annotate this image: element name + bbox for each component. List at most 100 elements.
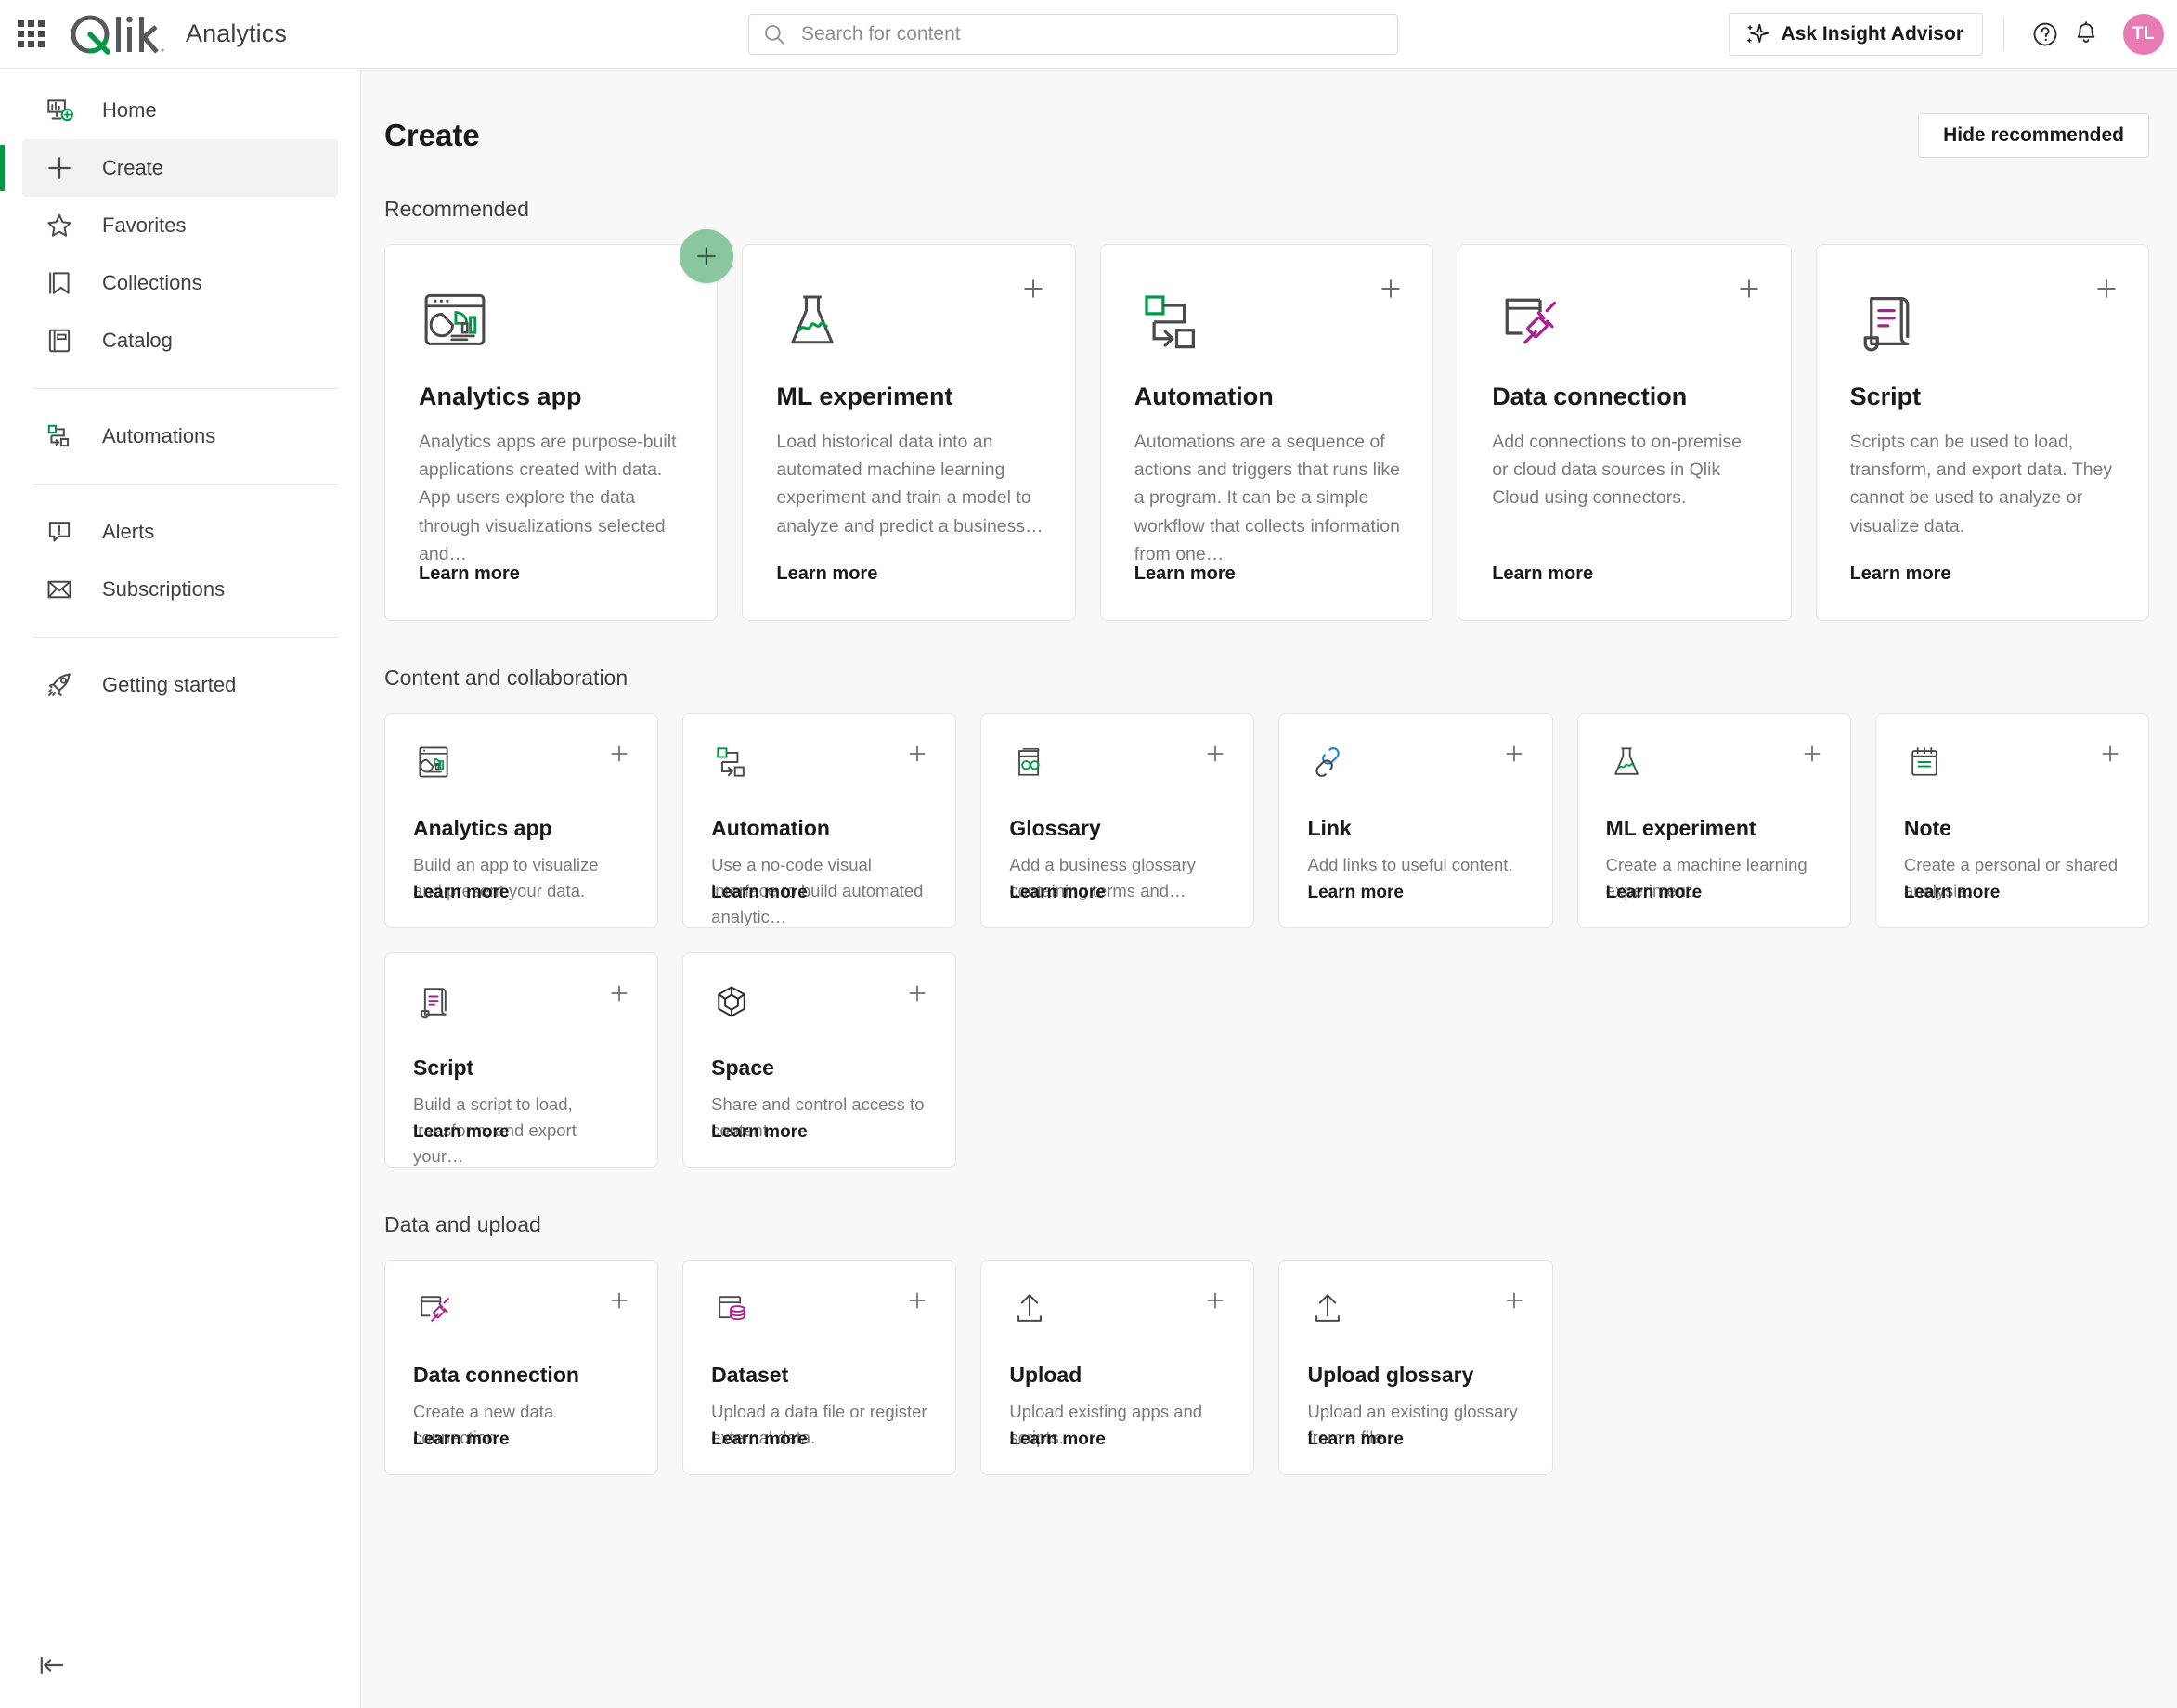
- sidebar-item-automations[interactable]: Automations: [22, 408, 338, 465]
- create-card-note[interactable]: Note Create a personal or shared analysi…: [1874, 713, 2149, 928]
- plus-icon: [909, 745, 926, 762]
- sparkle-icon: [1746, 23, 1769, 43]
- add-button[interactable]: [1201, 1287, 1229, 1314]
- plus-icon: [1506, 745, 1523, 762]
- create-card-dataset[interactable]: Dataset Upload a data file or register e…: [682, 1260, 957, 1475]
- add-button[interactable]: [903, 979, 931, 1007]
- add-button[interactable]: [1500, 1287, 1528, 1314]
- learn-more-link[interactable]: Learn more: [1904, 883, 2000, 903]
- learn-more-link[interactable]: Learn more: [1606, 883, 1702, 903]
- learn-more-link[interactable]: Learn more: [711, 883, 807, 903]
- card-title: Analytics app: [413, 816, 552, 840]
- add-data-connection-button[interactable]: [1733, 273, 1765, 304]
- waffle-grid-icon[interactable]: [15, 19, 46, 50]
- create-card-glossary[interactable]: Glossary Add a business glossary contain…: [980, 713, 1255, 928]
- sidebar-item-label: Collections: [102, 271, 202, 294]
- create-card-analytics-app-small[interactable]: Analytics app Build an app to visualize …: [384, 713, 659, 928]
- help-button[interactable]: [2025, 14, 2066, 55]
- add-button[interactable]: [2096, 740, 2124, 768]
- learn-more-link[interactable]: Learn more: [1307, 883, 1403, 903]
- add-analytics-app-button[interactable]: [680, 229, 734, 283]
- avatar[interactable]: TL: [2123, 14, 2164, 55]
- create-card-analytics-app[interactable]: Analytics app Analytics apps are purpose…: [384, 229, 734, 621]
- sidebar-item-label: Alerts: [102, 520, 155, 543]
- create-card-upload-glossary[interactable]: Upload glossary Upload an existing gloss…: [1278, 1260, 1553, 1475]
- flask-icon: [776, 278, 1043, 364]
- plus-icon: [697, 247, 717, 265]
- add-button[interactable]: [1500, 740, 1528, 768]
- create-card-ml-experiment-small[interactable]: ML experiment Create a machine learning …: [1576, 713, 1851, 928]
- learn-more-link[interactable]: Learn more: [1009, 1430, 1105, 1450]
- notifications-button[interactable]: [2066, 14, 2106, 55]
- learn-more-link[interactable]: Learn more: [776, 563, 877, 585]
- recommended-card-grid: Analytics app Analytics apps are purpose…: [384, 229, 2149, 621]
- star-icon: [43, 209, 76, 242]
- learn-more-link[interactable]: Learn more: [1492, 563, 1593, 585]
- brand-logo[interactable]: Analytics: [67, 13, 287, 56]
- section-title-content-collaboration: Content and collaboration: [384, 666, 628, 690]
- create-card-space[interactable]: Space Share and control access to conten…: [682, 952, 957, 1168]
- sidebar-item-label: Catalog: [102, 329, 173, 352]
- learn-more-link[interactable]: Learn more: [1307, 1430, 1403, 1450]
- sidebar-item-label: Automations: [102, 424, 216, 447]
- card-title: Script: [1849, 382, 1922, 410]
- card-title: Data connection: [1492, 382, 1688, 410]
- create-card-script[interactable]: Script Scripts can be used to load, tran…: [1815, 244, 2149, 621]
- learn-more-link[interactable]: Learn more: [711, 1122, 807, 1143]
- plus-icon: [2102, 745, 2119, 762]
- search-box[interactable]: [748, 14, 1398, 55]
- sidebar-item-subscriptions[interactable]: Subscriptions: [22, 561, 338, 618]
- card-title: Link: [1307, 816, 1352, 840]
- search-input[interactable]: [799, 22, 1384, 46]
- sidebar-item-collections[interactable]: Collections: [22, 254, 338, 312]
- content-collaboration-grid-row2: Script Build a script to load, transform…: [384, 952, 2149, 1168]
- learn-more-link[interactable]: Learn more: [413, 883, 509, 903]
- create-card-ml-experiment[interactable]: ML experiment Load historical data into …: [742, 244, 1076, 621]
- learn-more-link[interactable]: Learn more: [1850, 563, 1951, 585]
- add-button[interactable]: [605, 1287, 633, 1314]
- add-button[interactable]: [903, 1287, 931, 1314]
- glossary-icon: [1009, 742, 1225, 788]
- add-button[interactable]: [1798, 740, 1826, 768]
- create-card-upload[interactable]: Upload Upload existing apps and scripts.…: [980, 1260, 1255, 1475]
- create-card-automation-small[interactable]: Automation Use a no-code visual interfac…: [682, 713, 957, 928]
- sidebar-item-alerts[interactable]: Alerts: [22, 503, 338, 561]
- learn-more-link[interactable]: Learn more: [413, 1430, 509, 1450]
- hide-recommended-button[interactable]: Hide recommended: [1918, 113, 2149, 158]
- search-icon: [765, 25, 784, 45]
- create-card-script-small[interactable]: Script Build a script to load, transform…: [384, 952, 659, 1168]
- learn-more-link[interactable]: Learn more: [1134, 563, 1236, 585]
- collapse-sidebar-button[interactable]: [33, 1647, 71, 1684]
- sidebar-item-catalog[interactable]: Catalog: [22, 312, 338, 369]
- flask-icon: [1606, 742, 1822, 788]
- sidebar-item-home[interactable]: Home: [22, 82, 338, 139]
- active-indicator: [0, 145, 5, 191]
- add-automation-button[interactable]: [1375, 273, 1406, 304]
- add-button[interactable]: [1201, 740, 1229, 768]
- sidebar-item-favorites[interactable]: Favorites: [22, 197, 338, 254]
- add-ml-experiment-button[interactable]: [1017, 273, 1049, 304]
- card-title: Space: [711, 1055, 774, 1080]
- top-header: Analytics Ask Insight Advisor: [0, 0, 2177, 69]
- sidebar-item-create[interactable]: Create: [0, 139, 338, 197]
- analytics-app-window-icon: [419, 278, 685, 364]
- add-button[interactable]: [903, 740, 931, 768]
- learn-more-link[interactable]: Learn more: [1009, 883, 1105, 903]
- create-card-automation[interactable]: Automation Automations are a sequence of…: [1099, 244, 1434, 621]
- create-card-link[interactable]: Link Add links to useful content. Learn …: [1278, 713, 1553, 928]
- add-button[interactable]: [605, 740, 633, 768]
- ask-insight-advisor-button[interactable]: Ask Insight Advisor: [1728, 13, 1983, 56]
- learn-more-link[interactable]: Learn more: [711, 1430, 807, 1450]
- create-card-data-connection-small[interactable]: Data connection Create a new data connec…: [384, 1260, 659, 1475]
- learn-more-link[interactable]: Learn more: [419, 563, 520, 585]
- plus-icon: [909, 985, 926, 1002]
- sidebar-divider-1: [33, 388, 338, 389]
- sidebar-item-label: Favorites: [102, 214, 187, 237]
- add-button[interactable]: [605, 979, 633, 1007]
- automation-flow-icon: [1134, 278, 1401, 364]
- card-description: Load historical data into an automated m…: [776, 432, 1043, 537]
- create-card-data-connection[interactable]: Data connection Add connections to on-pr…: [1458, 244, 1792, 621]
- learn-more-link[interactable]: Learn more: [413, 1122, 509, 1143]
- add-script-button[interactable]: [2091, 273, 2122, 304]
- sidebar-item-getting-started[interactable]: Getting started: [22, 656, 338, 714]
